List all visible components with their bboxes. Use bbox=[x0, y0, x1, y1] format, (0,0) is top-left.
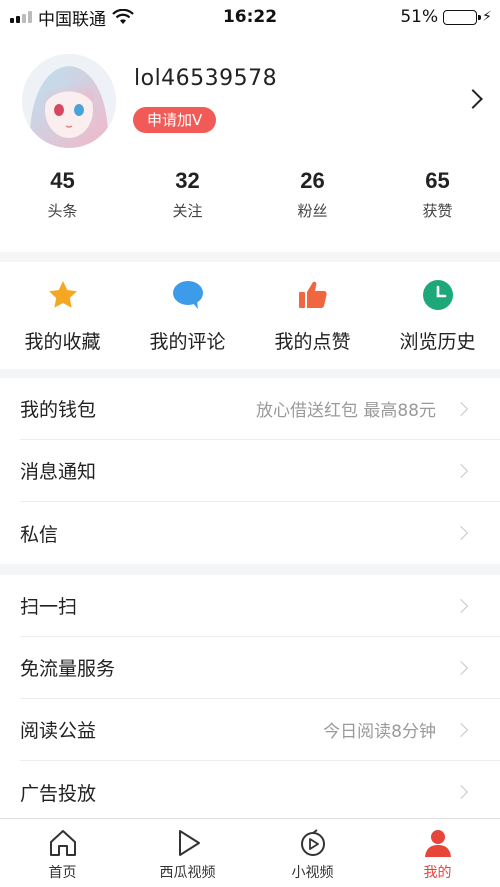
menu-item-value: 放心借送红包 最高88元 bbox=[255, 401, 436, 421]
stat-value: 65 bbox=[425, 168, 450, 193]
tab-bar: 首页 西瓜视频 小视频 我的 bbox=[0, 818, 500, 887]
menu-item-label: 我的钱包 bbox=[20, 399, 97, 421]
stat-value: 32 bbox=[175, 168, 200, 193]
action-label: 我的收藏 bbox=[24, 331, 101, 353]
tab-me[interactable]: 我的 bbox=[375, 819, 500, 887]
tab-short-video[interactable]: 小视频 bbox=[250, 819, 375, 887]
quick-actions: 我的收藏 我的评论 我的点赞 浏览历史 bbox=[0, 262, 500, 369]
stat-value: 26 bbox=[300, 168, 325, 193]
stat-followers[interactable]: 26 粉丝 bbox=[250, 168, 375, 221]
charging-icon: ⚡ bbox=[482, 9, 492, 25]
status-right: 51% ⚡ bbox=[400, 0, 492, 34]
tab-label: 我的 bbox=[423, 865, 452, 881]
clock-icon bbox=[421, 278, 455, 312]
home-icon bbox=[47, 827, 79, 859]
menu-group-account: 我的钱包 放心借送红包 最高88元 消息通知 私信 bbox=[0, 378, 500, 564]
status-bar: 中国联通 16:22 51% ⚡ bbox=[0, 0, 500, 34]
action-label: 我的评论 bbox=[149, 331, 226, 353]
chevron-right-icon bbox=[453, 401, 469, 417]
comment-icon bbox=[171, 278, 205, 312]
action-label: 我的点赞 bbox=[274, 331, 351, 353]
action-history[interactable]: 浏览历史 bbox=[375, 262, 500, 369]
star-icon bbox=[46, 278, 80, 312]
menu-item-label: 消息通知 bbox=[20, 461, 97, 483]
short-video-icon bbox=[297, 827, 329, 859]
menu-item-label: 广告投放 bbox=[20, 782, 97, 805]
stat-following[interactable]: 32 关注 bbox=[125, 168, 250, 221]
stat-headlines[interactable]: 45 头条 bbox=[0, 168, 125, 221]
thumbs-up-icon bbox=[296, 278, 330, 312]
avatar[interactable] bbox=[22, 54, 116, 148]
stat-label: 粉丝 bbox=[297, 202, 328, 220]
stat-value: 45 bbox=[50, 168, 75, 193]
stat-label: 头条 bbox=[47, 202, 78, 220]
action-comments[interactable]: 我的评论 bbox=[125, 262, 250, 369]
menu-group-services: 扫一扫 免流量服务 阅读公益 今日阅读8分钟 广告投放 bbox=[0, 575, 500, 823]
menu-item-free-data[interactable]: 免流量服务 bbox=[20, 637, 500, 699]
profile-card[interactable]: lol46539578 申请加V 45 头条 32 关注 26 粉丝 65 获赞 bbox=[0, 34, 500, 252]
username: lol46539578 bbox=[134, 66, 278, 91]
stats-row: 45 头条 32 关注 26 粉丝 65 获赞 bbox=[0, 168, 500, 221]
action-likes[interactable]: 我的点赞 bbox=[250, 262, 375, 369]
menu-item-wallet[interactable]: 我的钱包 放心借送红包 最高88元 bbox=[20, 378, 500, 440]
menu-item-reading-charity[interactable]: 阅读公益 今日阅读8分钟 bbox=[20, 699, 500, 761]
avatar-image bbox=[22, 54, 116, 148]
menu-item-scan[interactable]: 扫一扫 bbox=[20, 575, 500, 637]
tab-xigua-video[interactable]: 西瓜视频 bbox=[125, 819, 250, 887]
menu-item-label: 私信 bbox=[20, 523, 59, 546]
play-icon bbox=[172, 827, 204, 859]
menu-item-advertising[interactable]: 广告投放 bbox=[20, 761, 500, 823]
battery-icon bbox=[443, 9, 482, 25]
tab-label: 首页 bbox=[48, 865, 77, 881]
menu-item-messages[interactable]: 私信 bbox=[20, 502, 500, 564]
action-favorites[interactable]: 我的收藏 bbox=[0, 262, 125, 369]
battery-percent: 51% bbox=[400, 7, 439, 27]
action-label: 浏览历史 bbox=[399, 331, 476, 353]
apply-verify-button[interactable]: 申请加V bbox=[133, 107, 217, 133]
person-icon bbox=[422, 827, 454, 859]
chevron-right-icon bbox=[453, 722, 469, 738]
menu-item-notifications[interactable]: 消息通知 bbox=[20, 440, 500, 502]
stat-label: 获赞 bbox=[422, 202, 453, 220]
menu-item-label: 阅读公益 bbox=[20, 720, 97, 742]
menu-item-label: 免流量服务 bbox=[20, 658, 116, 680]
menu-item-value: 今日阅读8分钟 bbox=[323, 722, 436, 742]
stat-likes-received[interactable]: 65 获赞 bbox=[375, 168, 500, 221]
tab-label: 小视频 bbox=[291, 865, 334, 881]
tab-home[interactable]: 首页 bbox=[0, 819, 125, 887]
tab-label: 西瓜视频 bbox=[159, 865, 216, 881]
menu-item-label: 扫一扫 bbox=[20, 596, 78, 618]
chevron-right-icon[interactable] bbox=[463, 89, 483, 109]
stat-label: 关注 bbox=[172, 202, 203, 220]
